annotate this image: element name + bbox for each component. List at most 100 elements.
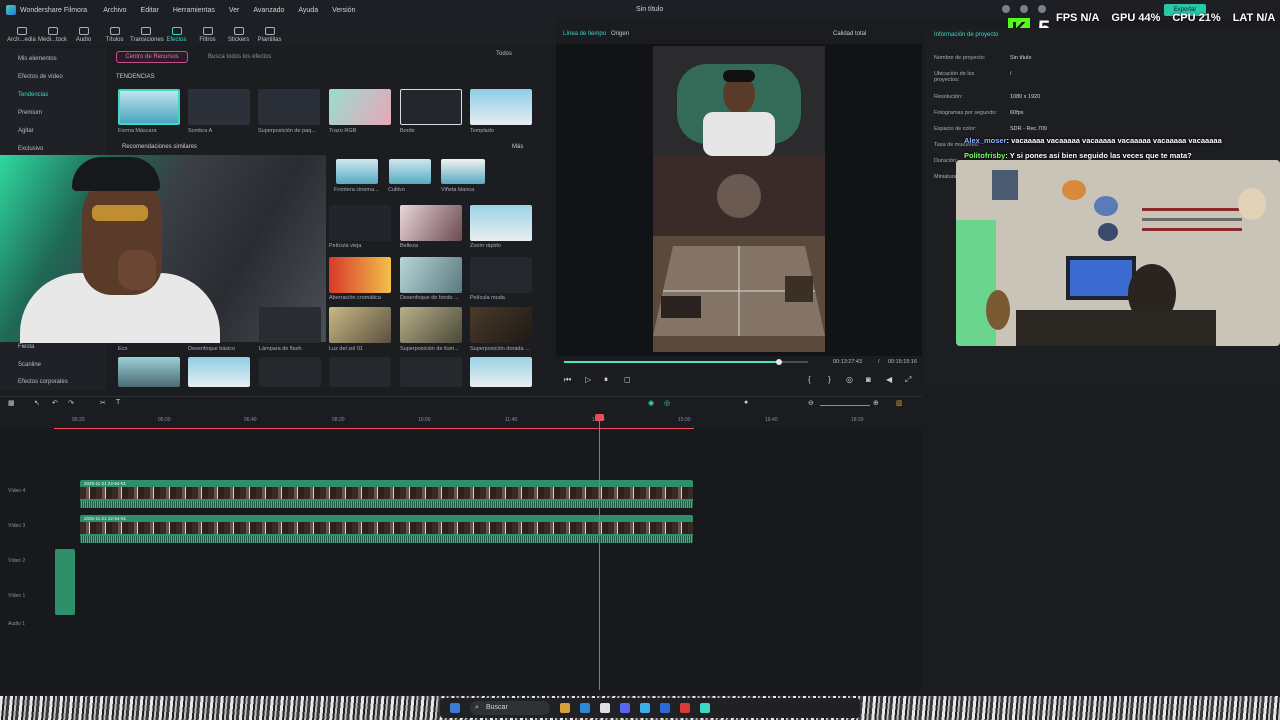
discord-icon[interactable] [620,703,630,713]
effect-thumb[interactable] [118,89,180,125]
timeline-tracks[interactable]: Vídeo 4 Vídeo 3 Vídeo 2 Vídeo 1 Audio 1 [0,428,922,690]
start-icon[interactable] [450,703,460,713]
timeline-ruler[interactable]: 00:20 05:00 06:40 08:20 10:00 11:40 13:2… [54,414,916,428]
taskbar-search[interactable]: ⌕ Buscar [470,701,550,715]
effect-thumb[interactable] [389,159,431,184]
sidebar-item-party[interactable]: Fiesta [18,344,34,350]
playback-scrubber-handle[interactable] [776,359,782,365]
tab-media[interactable]: Arch...edia [6,27,37,46]
video-clip[interactable]: 2025-11-21 22-54-51 [80,480,693,508]
redo-icon[interactable]: ↷ [68,399,74,407]
split-icon[interactable]: ✂ [100,399,106,407]
mark-in-icon[interactable]: { [808,375,811,384]
menu-ayuda[interactable]: Ayuda [298,7,318,14]
track-settings-icon[interactable]: ▥ [896,399,903,407]
zoom-out-icon[interactable]: ⊖ [808,399,814,407]
effect-thumb[interactable] [329,357,391,387]
stop-icon[interactable]: ◻ [624,375,631,384]
sidebar-item-premium[interactable]: Premium [18,110,42,116]
zoom-slider[interactable] [820,405,870,406]
sidebar-item-exclusive[interactable]: Exclusivo [18,146,43,152]
fullscreen-icon[interactable]: ⤢ [905,375,911,385]
effect-thumb[interactable] [400,89,462,125]
app-icon[interactable] [640,703,650,713]
effect-thumb[interactable] [470,257,532,293]
browser-icon[interactable] [660,703,670,713]
effect-thumb[interactable] [188,89,250,125]
playback-progress[interactable] [564,361,779,363]
tab-audio[interactable]: Audio [68,27,99,46]
sidebar-item-body-effects[interactable]: Efectos corporales [18,379,68,385]
effects-search-input[interactable]: Busca todos los efectos [196,51,486,63]
undo-icon[interactable]: ↶ [52,399,58,407]
play-icon[interactable]: ▷ [585,375,591,384]
sidebar-item-trending[interactable]: Tendencias [18,92,48,98]
playhead[interactable] [599,414,600,690]
effect-thumb[interactable] [400,257,462,293]
menu-editar[interactable]: Editar [141,7,159,14]
effect-thumb[interactable] [118,357,180,387]
menu-herramientas[interactable]: Herramientas [173,7,215,14]
sidebar-item-shake[interactable]: Agitar [18,128,34,134]
effect-thumb[interactable] [188,357,250,387]
effect-thumb[interactable] [329,257,391,293]
sidebar-item-video-effects[interactable]: Efectos de vídeo [18,74,63,80]
menu-avanzado[interactable]: Avanzado [253,7,284,14]
render-preview-icon[interactable]: ◎ [846,375,853,384]
short-clip[interactable] [55,549,75,615]
folder-icon[interactable] [560,703,570,713]
pause-icon[interactable]: ⏸ [604,375,608,385]
effect-thumb[interactable] [470,307,532,343]
effect-thumb[interactable] [259,307,321,343]
effect-thumb[interactable] [470,357,532,387]
effect-thumb[interactable] [259,357,321,387]
tab-effects[interactable]: Efectos [161,27,192,46]
menu-archivo[interactable]: Archivo [103,7,126,14]
filter-all-dropdown[interactable]: Todos [496,51,512,57]
effect-thumb[interactable] [329,307,391,343]
tab-templates[interactable]: Plantillas [254,27,285,46]
tab-titles[interactable]: Títulos [99,27,130,46]
account-icon[interactable] [1020,5,1028,13]
store-icon[interactable] [600,703,610,713]
resource-center-button[interactable]: Centro de Recursos [116,51,188,63]
tab-stickers[interactable]: Stickers [223,27,254,46]
quality-dropdown[interactable]: Calidad total [833,31,866,37]
effect-thumb[interactable] [329,89,391,125]
effect-thumb[interactable] [441,159,485,184]
tab-origin-preview[interactable]: Origen [611,31,629,37]
microphone-icon[interactable]: ● [744,399,748,406]
text-tool-icon[interactable]: T [116,399,120,406]
effect-thumb[interactable] [329,205,391,241]
snap-icon[interactable]: ◉ [648,399,654,407]
effect-thumb[interactable] [470,205,532,241]
video-clip[interactable]: 2025-11-21 22-54-51 [80,515,693,543]
effect-thumb[interactable] [336,159,378,184]
notification-icon[interactable] [1038,5,1046,13]
select-icon[interactable]: ↖ [34,399,40,407]
headset-icon[interactable] [1002,5,1010,13]
obs-icon[interactable] [680,703,690,713]
more-link[interactable]: Más [512,144,523,150]
sidebar-item-scanline[interactable]: Scanline [18,362,41,368]
prev-frame-icon[interactable]: ⏮ [564,375,571,385]
effect-thumb[interactable] [470,89,532,125]
tab-filters[interactable]: Filtros [192,27,223,46]
zoom-in-icon[interactable]: ⊕ [873,399,879,407]
menu-ver[interactable]: Ver [229,7,240,14]
tab-timeline-preview[interactable]: Línea de tiempo [563,31,606,37]
menu-version[interactable]: Versión [332,7,355,14]
volume-icon[interactable]: ◀ [886,375,892,384]
effect-thumb[interactable] [400,357,462,387]
sidebar-item-my-elements[interactable]: Mis elementos [18,56,57,62]
tab-transitions[interactable]: Transiciones [130,27,164,46]
layout-icon[interactable]: ▦ [8,399,15,407]
mark-out-icon[interactable]: } [828,375,831,384]
tab-stock-media[interactable]: Medi...tock [37,27,68,46]
snapshot-icon[interactable]: ◙ [866,375,871,384]
effect-thumb[interactable] [258,89,320,125]
effect-thumb[interactable] [400,307,462,343]
edge-icon[interactable] [580,703,590,713]
effect-thumb[interactable] [400,205,462,241]
filmora-taskbar-icon[interactable] [700,703,710,713]
